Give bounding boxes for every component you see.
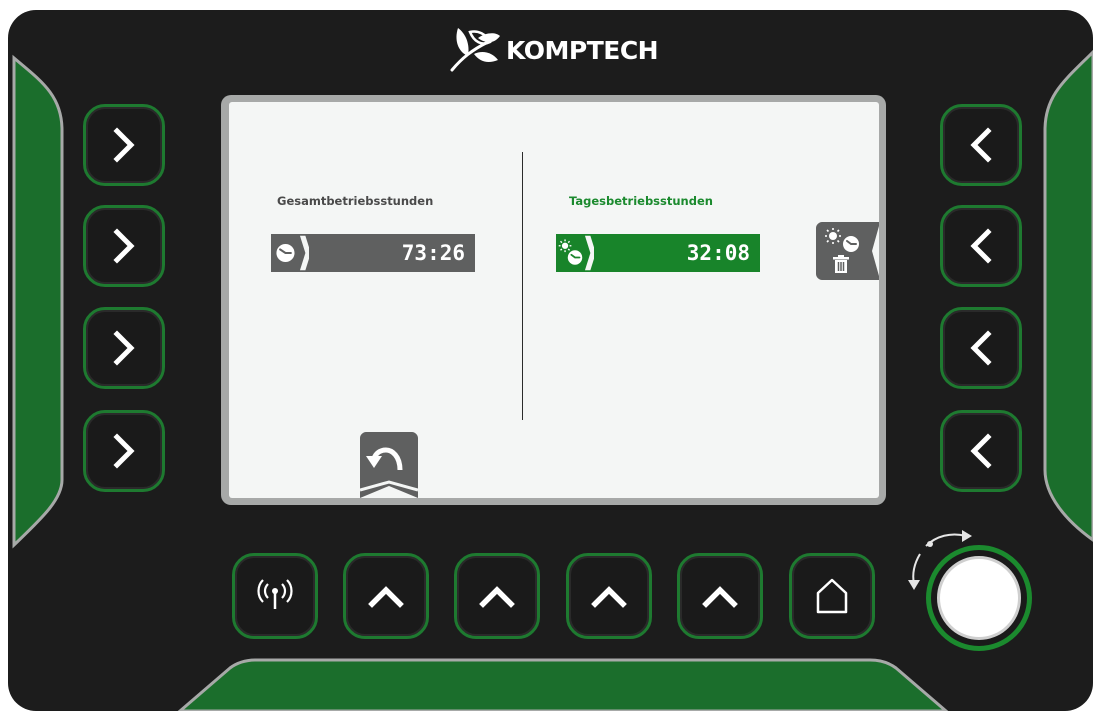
antenna-icon [257, 579, 293, 609]
daily-hours-readout: 32:08 [556, 234, 760, 272]
left-softkey-3[interactable] [83, 307, 165, 389]
chevron-right-icon [113, 228, 135, 264]
home-button[interactable] [789, 553, 875, 639]
chevron-left-icon [970, 330, 992, 366]
chevron-up-icon [368, 586, 404, 608]
sun-clock-delete-icon [816, 222, 879, 280]
display-screen: Gesamtbetriebsstunden 73:26 Tagesbetrieb… [229, 102, 879, 498]
right-softkey-1[interactable] [940, 104, 1022, 186]
chevron-up-icon [702, 586, 738, 608]
leaf-logo-icon [450, 28, 500, 72]
bottom-softkey-1[interactable] [343, 553, 429, 639]
sun-clock-icon [556, 234, 594, 272]
total-hours-label: Gesamtbetriebsstunden [277, 194, 434, 208]
home-icon [816, 578, 848, 614]
reset-daily-hours-button[interactable] [816, 222, 879, 280]
brand-name: KOMPTECH [506, 35, 659, 65]
chevron-up-icon [591, 586, 627, 608]
daily-hours-value: 32:08 [686, 241, 750, 265]
left-softkey-4[interactable] [83, 410, 165, 492]
control-terminal: KOMPTECH Gesamtbetriebsstunden 73:26 Tag… [0, 0, 1093, 711]
total-hours-readout: 73:26 [271, 234, 475, 272]
chevron-right-icon [113, 433, 135, 469]
daily-hours-label: Tagesbetriebsstunden [569, 194, 713, 208]
back-button[interactable] [359, 432, 419, 498]
knob-cap [937, 556, 1021, 640]
left-softkey-1[interactable] [83, 104, 165, 186]
rotary-knob[interactable] [926, 545, 1032, 651]
wireless-button[interactable] [232, 553, 318, 639]
right-softkey-4[interactable] [940, 410, 1022, 492]
right-softkey-3[interactable] [940, 307, 1022, 389]
clock-icon [271, 234, 309, 272]
chevron-right-icon [113, 127, 135, 163]
left-softkey-2[interactable] [83, 205, 165, 287]
total-hours-value: 73:26 [401, 241, 465, 265]
bottom-softkey-3[interactable] [566, 553, 652, 639]
chevron-left-icon [970, 228, 992, 264]
chevron-left-icon [970, 433, 992, 469]
chevron-up-icon [479, 586, 515, 608]
back-arrow-icon [359, 432, 419, 498]
bottom-softkey-2[interactable] [454, 553, 540, 639]
chevron-right-icon [113, 330, 135, 366]
bottom-softkey-4[interactable] [677, 553, 763, 639]
right-softkey-2[interactable] [940, 205, 1022, 287]
brand-logo: KOMPTECH [448, 22, 659, 78]
panel-divider [522, 152, 523, 420]
chevron-left-icon [970, 127, 992, 163]
